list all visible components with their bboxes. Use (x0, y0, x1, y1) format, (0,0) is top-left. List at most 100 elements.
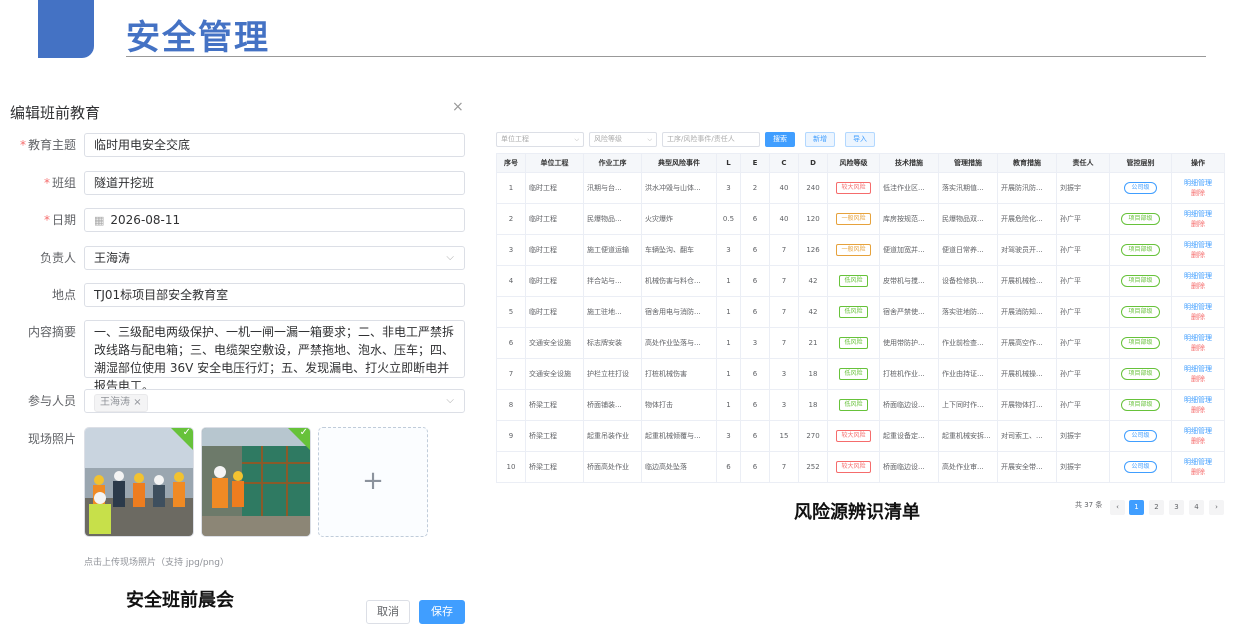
table-cell: 40 (769, 172, 799, 204)
risk-level-cell: 较大风险 (827, 172, 880, 204)
detail-manage-link[interactable]: 明细管理 (1175, 240, 1221, 250)
table-row: 1 临时工程 汛期与台... 洪水冲毁与山体... 3 2 40 240 较大风险 低洼作业区..… (496, 172, 1225, 204)
risk-level-cell: 低风险 (827, 358, 880, 390)
site-photo-1[interactable]: ✓ (84, 427, 194, 537)
risk-table: 序号 单位工程 作业工序 典型风险事件 L E C D 风险等级 技术措施 管理措施 教育措施 责任人管… (496, 153, 1225, 483)
control-level-badge: 项目部级 (1121, 399, 1160, 411)
keyword-search-input[interactable]: 工序/风险事件/责任人 (662, 132, 760, 147)
table-cell: 9 (496, 420, 526, 452)
table-cell: 汛期与台... (583, 172, 642, 204)
table-cell: 施工便道运输 (583, 234, 642, 266)
table-cell: 开展物体打... (997, 389, 1057, 421)
table-cell: 民爆物品双... (938, 203, 998, 235)
close-icon[interactable]: × (452, 99, 464, 115)
location-input[interactable]: TJ01标项目部安全教育室 (84, 283, 465, 307)
column-header: 操作 (1171, 153, 1225, 173)
delete-link[interactable]: 删除 (1175, 405, 1221, 415)
photos-label: 现场照片 (27, 432, 76, 446)
table-cell: 3 (716, 420, 741, 452)
row-actions: 明细管理 删除 (1171, 172, 1225, 204)
table-cell: 6 (496, 327, 526, 359)
delete-link[interactable]: 删除 (1175, 312, 1221, 322)
table-cell: 便道加宽并... (879, 234, 939, 266)
table-cell: 孙广平 (1056, 203, 1110, 235)
control-level-cell: 项目部级 (1109, 265, 1172, 297)
table-cell: 宿舍严禁使... (879, 296, 939, 328)
dialog-title: 编辑班前教育 (10, 104, 101, 122)
table-cell: 临时工程 (525, 234, 584, 266)
detail-manage-link[interactable]: 明细管理 (1175, 395, 1221, 405)
save-button[interactable]: 保存 (419, 600, 465, 624)
next-page-button[interactable]: › (1209, 500, 1224, 515)
table-cell: 18 (798, 358, 828, 390)
table-cell: 交通安全设施 (525, 358, 584, 390)
cancel-button[interactable]: 取消 (366, 600, 410, 624)
table-cell: 临时工程 (525, 296, 584, 328)
table-cell: 高处作业坠落与... (641, 327, 717, 359)
detail-manage-link[interactable]: 明细管理 (1175, 426, 1221, 436)
tag-close-icon[interactable]: × (133, 397, 141, 408)
detail-manage-link[interactable]: 明细管理 (1175, 333, 1221, 343)
detail-manage-link[interactable]: 明细管理 (1175, 364, 1221, 374)
location-label: 地点 (51, 288, 76, 302)
detail-manage-link[interactable]: 明细管理 (1175, 209, 1221, 219)
page-1-button[interactable]: 1 (1129, 500, 1144, 515)
column-header: D (798, 153, 828, 173)
row-actions: 明细管理 删除 (1171, 420, 1225, 452)
topic-input[interactable]: 临时用电安全交底 (84, 133, 465, 157)
team-input[interactable]: 隧道开挖班 (84, 171, 465, 195)
table-cell: 6 (740, 389, 770, 421)
page-4-button[interactable]: 4 (1189, 500, 1204, 515)
summary-textarea[interactable]: 一、三级配电两级保护、一机一闸一漏一箱要求；二、非电工严禁拆改线路与配电箱；三、… (84, 320, 465, 393)
table-cell: 孙广平 (1056, 234, 1110, 266)
delete-link[interactable]: 删除 (1175, 188, 1221, 198)
site-photo-2[interactable]: ✓ (201, 427, 311, 537)
table-cell: 6 (740, 203, 770, 235)
date-picker[interactable]: ▦ 2026-08-11 (84, 208, 465, 232)
delete-link[interactable]: 删除 (1175, 343, 1221, 353)
risk-level-badge: 一般风险 (836, 213, 871, 225)
chevron-down-icon: ⌵ (446, 395, 454, 406)
table-row: 3 临时工程 施工便道运输 车辆坠沟、翻车 3 6 7 126 一般风险 便道加宽并... 便道日常… (496, 234, 1225, 266)
control-level-badge: 项目部级 (1121, 213, 1160, 225)
search-button[interactable]: 搜索 (765, 132, 795, 147)
leader-select[interactable]: 王海涛 ⌵ (84, 246, 465, 270)
delete-link[interactable]: 删除 (1175, 374, 1221, 384)
table-cell: 标志牌安装 (583, 327, 642, 359)
column-header: E (740, 153, 770, 173)
table-cell: 270 (798, 420, 828, 452)
unit-filter-select[interactable]: 单位工程 ⌵ (496, 132, 584, 147)
table-cell: 便道日常养... (938, 234, 998, 266)
detail-manage-link[interactable]: 明细管理 (1175, 302, 1221, 312)
table-row: 9 桥梁工程 起重吊装作业 起重机械倾覆与... 3 6 15 270 较大风险 起重设备定...… (496, 420, 1225, 452)
table-cell: 42 (798, 296, 828, 328)
risk-level-cell: 低风险 (827, 389, 880, 421)
add-button[interactable]: 新增 (805, 132, 835, 147)
detail-manage-link[interactable]: 明细管理 (1175, 178, 1221, 188)
delete-link[interactable]: 删除 (1175, 281, 1221, 291)
table-body: 1 临时工程 汛期与台... 洪水冲毁与山体... 3 2 40 240 较大风险 低洼作业区..… (496, 172, 1225, 483)
delete-link[interactable]: 删除 (1175, 467, 1221, 477)
upload-photo-button[interactable]: + (318, 427, 428, 537)
row-actions: 明细管理 删除 (1171, 296, 1225, 328)
table-row: 6 交通安全设施 标志牌安装 高处作业坠落与... 1 3 7 21 低风险 使用带防护... 作业… (496, 327, 1225, 359)
table-cell: 设备检修执... (938, 265, 998, 297)
table-cell: 孙广平 (1056, 265, 1110, 297)
control-level-cell: 项目部级 (1109, 234, 1172, 266)
prev-page-button[interactable]: ‹ (1110, 500, 1125, 515)
table-cell: 3 (769, 358, 799, 390)
leader-label: 负责人 (39, 251, 76, 265)
level-filter-select[interactable]: 风险等级 ⌵ (589, 132, 657, 147)
table-cell: 3 (769, 389, 799, 421)
detail-manage-link[interactable]: 明细管理 (1175, 457, 1221, 467)
delete-link[interactable]: 删除 (1175, 250, 1221, 260)
import-button[interactable]: 导入 (845, 132, 875, 147)
page-3-button[interactable]: 3 (1169, 500, 1184, 515)
delete-link[interactable]: 删除 (1175, 436, 1221, 446)
risk-level-badge: 低风险 (839, 306, 868, 318)
participants-select[interactable]: 王海涛 × ⌵ (84, 389, 465, 413)
detail-manage-link[interactable]: 明细管理 (1175, 271, 1221, 281)
table-cell: 起重吊装作业 (583, 420, 642, 452)
page-2-button[interactable]: 2 (1149, 500, 1164, 515)
delete-link[interactable]: 删除 (1175, 219, 1221, 229)
